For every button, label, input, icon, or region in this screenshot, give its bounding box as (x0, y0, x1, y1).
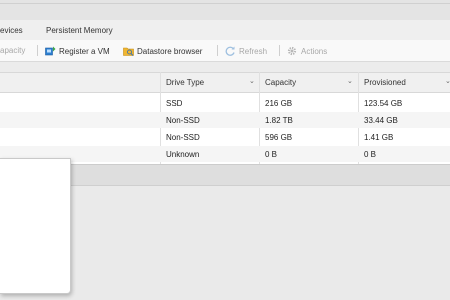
gear-icon (287, 46, 297, 56)
increase-capacity-label: apacity (0, 46, 26, 55)
column-header-provisioned[interactable]: Provisioned (364, 78, 406, 87)
actions-label: Actions (301, 46, 328, 56)
window-top-bar (0, 0, 450, 20)
datastore-browser-button[interactable]: Datastore browser (123, 46, 202, 56)
toolbar-separator (279, 45, 280, 56)
chevron-down-icon[interactable]: ⌄ (249, 77, 255, 85)
refresh-button[interactable]: Refresh (225, 46, 267, 56)
register-vm-button[interactable]: Register a VM (45, 46, 110, 56)
refresh-icon (225, 46, 235, 56)
provisioned-cell: 0 B (364, 150, 377, 159)
table-header: Drive Type ⌄ Capacity ⌄ Provisioned ⌄ (0, 72, 450, 93)
chevron-down-icon[interactable]: ⌄ (445, 77, 450, 85)
increase-capacity-button[interactable]: apacity (0, 46, 25, 55)
toolbar-separator (217, 45, 218, 56)
drive-type-cell: Unknown (166, 150, 200, 159)
column-header-capacity[interactable]: Capacity (265, 78, 296, 87)
table-row[interactable]: SSD 216 GB 123.54 GB (0, 95, 450, 111)
column-header-drive-type[interactable]: Drive Type (166, 78, 204, 87)
provisioned-cell: 123.54 GB (364, 99, 403, 108)
tab-strip: evices Persistent Memory (0, 20, 450, 41)
provisioned-cell: 33.44 GB (364, 116, 398, 125)
register-vm-label: Register a VM (59, 46, 110, 56)
chevron-down-icon[interactable]: ⌄ (347, 77, 353, 85)
drive-type-cell: Non-SSD (166, 116, 200, 125)
drive-type-cell: Non-SSD (166, 133, 200, 142)
table-row[interactable]: Non-SSD 596 GB 1.41 GB (0, 129, 450, 145)
datastore-browser-icon (123, 47, 134, 56)
capacity-cell: 1.82 TB (265, 116, 293, 125)
context-menu-popup[interactable] (0, 158, 71, 294)
drive-type-cell: SSD (166, 99, 183, 108)
tab-persistent-memory[interactable]: Persistent Memory (46, 26, 113, 35)
toolbar-separator (37, 45, 38, 56)
actions-button[interactable]: Actions (287, 46, 327, 56)
datastore-browser-label: Datastore browser (137, 46, 203, 56)
capacity-cell: 596 GB (265, 133, 293, 142)
register-vm-icon (45, 46, 56, 56)
toolbar: apacity Register a VM Datastore browser … (0, 40, 450, 62)
provisioned-cell: 1.41 GB (364, 133, 394, 142)
capacity-cell: 0 B (265, 150, 278, 159)
tab-devices[interactable]: evices (0, 26, 23, 35)
table-row[interactable]: Non-SSD 1.82 TB 33.44 GB (0, 112, 450, 128)
capacity-cell: 216 GB (265, 99, 293, 108)
refresh-label: Refresh (239, 46, 268, 56)
